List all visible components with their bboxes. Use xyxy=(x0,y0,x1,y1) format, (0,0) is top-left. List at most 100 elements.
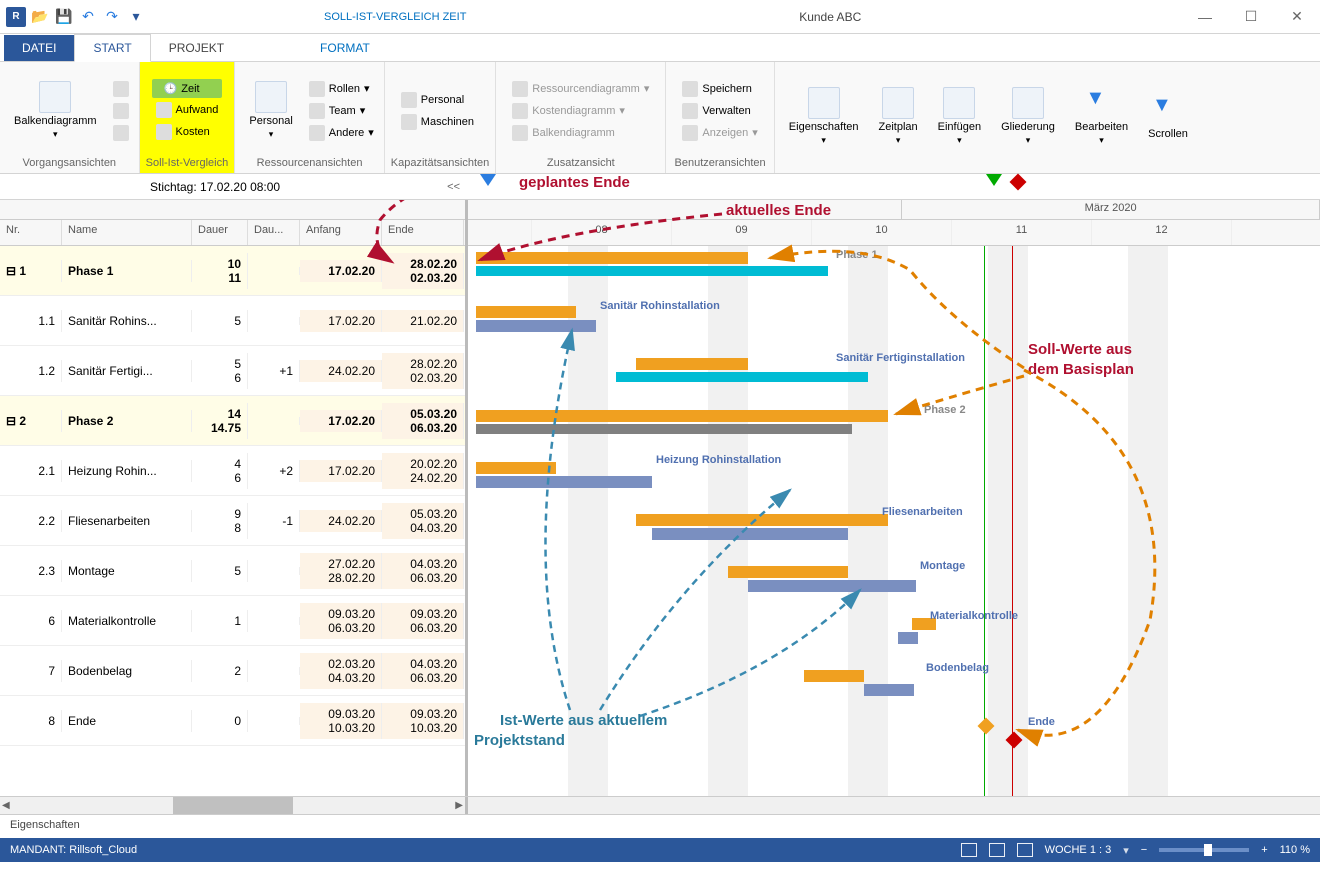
aufwand-button[interactable]: Aufwand xyxy=(152,100,223,120)
marker-stichtag-icon xyxy=(480,174,496,186)
bar-phase2-plan[interactable] xyxy=(476,410,888,422)
bar-phase1-plan[interactable] xyxy=(476,252,748,264)
bar-fliesen-act[interactable] xyxy=(652,528,848,540)
app-icon[interactable]: R xyxy=(6,7,26,27)
minimize-button[interactable]: — xyxy=(1182,2,1228,32)
th-dauer[interactable]: Dauer xyxy=(192,220,248,245)
hscroll[interactable]: ◀ ▶ xyxy=(0,796,1320,814)
kap-personal-button[interactable]: Personal xyxy=(397,90,478,110)
sb-view3-icon[interactable] xyxy=(1017,843,1033,857)
qat-more-icon[interactable]: ▾ xyxy=(126,7,146,27)
table-row[interactable]: 1.1Sanitär Rohins...517.02.2021.02.20 xyxy=(0,296,465,346)
title-bar: R 📂 💾 ↶ ↷ ▾ SOLL-IST-VERGLEICH ZEIT Kund… xyxy=(0,0,1320,34)
redo-icon[interactable]: ↷ xyxy=(102,7,122,27)
label-sanfert: Sanitär Fertiginstallation xyxy=(836,352,965,364)
bar-sanroh-plan[interactable] xyxy=(476,306,576,318)
verwalten-button[interactable]: Verwalten xyxy=(678,101,761,121)
woche-label: WOCHE 1 : 3 xyxy=(1045,844,1112,856)
maximize-button[interactable]: ☐ xyxy=(1228,2,1274,32)
gantt-chart[interactable]: März 2020 0809101112 Phase 1 Sanitär Roh… xyxy=(468,200,1320,796)
eigenschaften-button[interactable]: Eigenschaften▾ xyxy=(781,66,867,167)
ribbon-tabs: DATEI START PROJEKT FORMAT xyxy=(0,34,1320,62)
bar-boden-act[interactable] xyxy=(864,684,914,696)
context-tab-label: SOLL-IST-VERGLEICH ZEIT xyxy=(312,5,478,29)
table-row[interactable]: 7Bodenbelag202.03.2004.03.2004.03.2006.0… xyxy=(0,646,465,696)
label-phase1: Phase 1 xyxy=(836,249,878,261)
tab-start[interactable]: START xyxy=(74,34,150,62)
th-nr[interactable]: Nr. xyxy=(0,220,62,245)
bar-montage-plan[interactable] xyxy=(728,566,848,578)
zoom-slider[interactable] xyxy=(1159,848,1249,852)
einfuegen-button[interactable]: Einfügen▾ xyxy=(930,66,989,167)
view-sm2[interactable] xyxy=(109,101,133,121)
bar-phase2-act[interactable] xyxy=(476,424,852,434)
bar-sanfert-plan[interactable] xyxy=(636,358,748,370)
bar-montage-act[interactable] xyxy=(748,580,916,592)
bar-fliesen-plan[interactable] xyxy=(636,514,888,526)
clock-icon: 🕒 xyxy=(164,82,178,95)
th-anfang[interactable]: Anfang xyxy=(300,220,382,245)
table-row[interactable]: 2.1Heizung Rohin...46+217.02.2020.02.202… xyxy=(0,446,465,496)
balkdiag-button[interactable]: Balkendiagramm xyxy=(508,123,653,143)
sb-view1-icon[interactable] xyxy=(961,843,977,857)
group-benutzer-label: Benutzeransichten xyxy=(672,155,767,173)
open-icon[interactable]: 📂 xyxy=(30,7,50,27)
th-name[interactable]: Name xyxy=(62,220,192,245)
properties-panel-label[interactable]: Eigenschaften xyxy=(0,814,1320,838)
gliederung-button[interactable]: Gliederung▾ xyxy=(993,66,1063,167)
tab-projekt[interactable]: PROJEKT xyxy=(151,35,242,61)
zoom-in[interactable]: + xyxy=(1261,844,1267,856)
kostdiag-button[interactable]: Kostendiagramm ▾ xyxy=(508,101,653,121)
stichtag-row: Stichtag: 17.02.20 08:00 << xyxy=(0,174,1320,200)
anzeigen-button[interactable]: Anzeigen ▾ xyxy=(678,123,761,143)
status-bar: MANDANT: Rillsoft_Cloud WOCHE 1 : 3 ▾ − … xyxy=(0,838,1320,862)
zeitplan-button[interactable]: Zeitplan▾ xyxy=(871,66,926,167)
scrollen-button[interactable]: ▼Scrollen xyxy=(1140,66,1196,167)
zoom-out[interactable]: − xyxy=(1141,844,1147,856)
team-button[interactable]: Team ▾ xyxy=(305,101,378,121)
personal-button[interactable]: Personal▾ xyxy=(241,66,300,155)
th-ende[interactable]: Ende xyxy=(382,220,464,245)
tab-format[interactable]: FORMAT xyxy=(302,35,388,61)
bearbeiten-button[interactable]: ▼Bearbeiten▾ xyxy=(1067,66,1136,167)
undo-icon[interactable]: ↶ xyxy=(78,7,98,27)
stichtag-prev[interactable]: << xyxy=(447,181,460,193)
view-sm1[interactable] xyxy=(109,79,133,99)
table-row[interactable]: 6Materialkontrolle109.03.2006.03.2009.03… xyxy=(0,596,465,646)
marker-green-icon xyxy=(986,174,1002,186)
rollen-button[interactable]: Rollen ▾ xyxy=(305,79,378,99)
view-sm3[interactable] xyxy=(109,123,133,143)
bar-phase1-act[interactable] xyxy=(476,266,828,276)
zeit-button[interactable]: 🕒 Zeit xyxy=(152,79,223,98)
tab-datei[interactable]: DATEI xyxy=(4,35,74,61)
task-table: Nr. Name Dauer Dau... Anfang Ende ⊟ 1Pha… xyxy=(0,200,468,796)
label-sanroh: Sanitär Rohinstallation xyxy=(600,300,720,312)
andere-button[interactable]: Andere ▾ xyxy=(305,123,378,143)
kosten-button[interactable]: Kosten xyxy=(152,122,223,142)
table-row[interactable]: 2.2Fliesenarbeiten98-124.02.2005.03.2004… xyxy=(0,496,465,546)
table-row[interactable]: 2.3Montage527.02.2028.02.2004.03.2006.03… xyxy=(0,546,465,596)
group-vorgang-label: Vorgangsansichten xyxy=(6,155,133,173)
kap-maschinen-button[interactable]: Maschinen xyxy=(397,112,478,132)
bar-sanfert-act[interactable] xyxy=(616,372,868,382)
balkendiagramm-label: Balkendiagramm xyxy=(14,115,97,127)
group-sollist-label: Soll-Ist-Vergleich xyxy=(146,155,229,173)
balkendiagramm-button[interactable]: Balkendiagramm▾ xyxy=(6,66,105,155)
table-row[interactable]: 1.2Sanitär Fertigi...56+124.02.2028.02.2… xyxy=(0,346,465,396)
save-icon[interactable]: 💾 xyxy=(54,7,74,27)
bar-matl-act[interactable] xyxy=(898,632,918,644)
bar-heiz-act[interactable] xyxy=(476,476,652,488)
table-row[interactable]: ⊟ 2Phase 21414.7517.02.2005.03.2006.03.2… xyxy=(0,396,465,446)
table-row[interactable]: ⊟ 1Phase 1101117.02.2028.02.2002.03.20 xyxy=(0,246,465,296)
label-fliesen: Fliesenarbeiten xyxy=(882,506,963,518)
table-row[interactable]: 8Ende009.03.2010.03.2009.03.2010.03.20 xyxy=(0,696,465,746)
bar-heiz-plan[interactable] xyxy=(476,462,556,474)
sb-view2-icon[interactable] xyxy=(989,843,1005,857)
ressdiag-button[interactable]: Ressourcendiagramm ▾ xyxy=(508,79,653,99)
close-button[interactable]: ✕ xyxy=(1274,2,1320,32)
label-heiz: Heizung Rohinstallation xyxy=(656,454,781,466)
th-dauer2[interactable]: Dau... xyxy=(248,220,300,245)
bar-sanroh-act[interactable] xyxy=(476,320,596,332)
speichern-button[interactable]: Speichern xyxy=(678,79,761,99)
bar-boden-plan[interactable] xyxy=(804,670,864,682)
